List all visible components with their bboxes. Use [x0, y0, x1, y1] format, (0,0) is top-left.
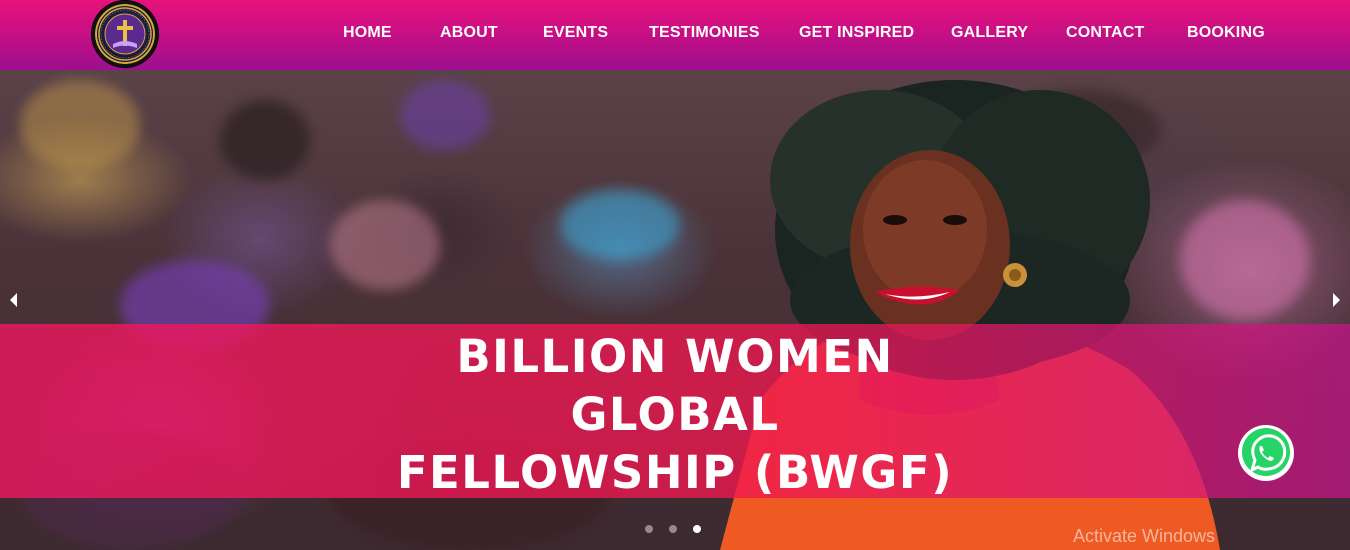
nav-item-gallery[interactable]: GALLERY [951, 24, 1028, 42]
slide-dot-1[interactable] [645, 525, 653, 533]
whatsapp-icon[interactable] [1232, 424, 1300, 482]
nav-item-about[interactable]: ABOUT [440, 24, 498, 42]
nav-item-get-inspired[interactable]: GET INSPIRED [799, 24, 914, 42]
slide-dot-3[interactable] [693, 525, 701, 533]
nav-item-home[interactable]: HOME [343, 24, 392, 42]
nav-item-contact[interactable]: CONTACT [1066, 24, 1144, 42]
hero-slider: BILLION WOMEN GLOBAL FELLOWSHIP (BWGF) A… [0, 70, 1350, 550]
nav-item-events[interactable]: EVENTS [543, 24, 608, 42]
main-nav: HOME ABOUT EVENTS TESTIMONIES GET INSPIR… [0, 0, 1350, 70]
nav-item-booking[interactable]: BOOKING [1187, 24, 1265, 42]
caption-line: FELLOWSHIP (BWGF) [396, 446, 954, 499]
hero-caption: BILLION WOMEN GLOBAL FELLOWSHIP (BWGF) [0, 328, 1350, 502]
slide-dot-2[interactable] [669, 525, 677, 533]
chevron-right-icon[interactable] [1330, 290, 1344, 310]
nav-item-testimonies[interactable]: TESTIMONIES [649, 24, 760, 42]
site-header: HOME ABOUT EVENTS TESTIMONIES GET INSPIR… [0, 0, 1350, 70]
activate-windows-watermark: Activate Windows [1073, 526, 1216, 546]
chevron-left-icon[interactable] [6, 290, 20, 310]
caption-line: GLOBAL [570, 388, 780, 441]
slider-dots [645, 525, 701, 533]
caption-line: BILLION WOMEN [456, 330, 894, 383]
